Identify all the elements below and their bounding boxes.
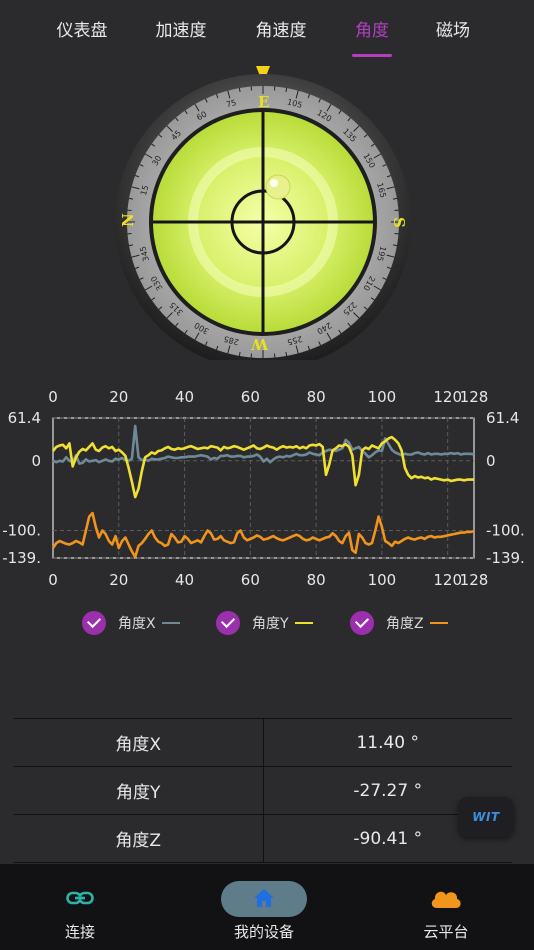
x-tick-label: 20 [109,388,128,406]
active-tab-indicator [352,54,392,57]
x-tick-label: 0 [48,571,58,589]
dial-tick [128,244,134,247]
x-tick-label: 0 [48,388,58,406]
x-tick-label: 100 [368,571,397,589]
series-line-角度X [52,424,475,465]
x-tick-label: 40 [175,388,194,406]
y-tick-label-left: 0 [31,452,41,470]
x-tick-label: 60 [241,571,260,589]
cardinal-right: S [390,217,408,228]
checkbox-icon[interactable] [350,611,374,635]
y-tick-label-right: 61.4 [486,409,519,427]
legend-item-angle-z[interactable]: 角度Z [350,610,448,636]
tab-dashboard[interactable]: 仪表盘 [54,16,110,41]
x-tick-label: 128 [460,571,489,589]
legend-label-z: 角度Z [386,616,424,632]
legend-swatch-x [161,622,180,624]
dial-tick [285,87,288,93]
nav-connect[interactable]: 连接 [40,864,120,950]
nav-cloud[interactable]: 云平台 [406,864,486,950]
nav-cloud-label: 云平台 [423,923,469,941]
cardinal-top: E [258,93,269,111]
x-tick-label: 40 [175,571,194,589]
x-tick-label: 60 [241,388,260,406]
y-tick-label-right: -139. [486,549,525,567]
chart-legend: 角度X 角度Y 角度Z [0,608,534,638]
compass-level: 75 105 120 135 150 165 195 210 225 240 255 285 300 31… [0,60,534,370]
y-tick-label-right: 0 [486,452,496,470]
dial-tick [238,351,241,357]
table-row: 角度Y -27.27 ° [14,767,512,815]
row-value: 11.40 ° [356,732,420,753]
nav-my-devices[interactable]: 我的设备 [222,864,306,950]
wit-logo-text: WIT [472,810,500,824]
x-tick-label: 80 [307,388,326,406]
tab-acceleration[interactable]: 加速度 [152,16,210,41]
nav-my-devices-label: 我的设备 [233,923,294,941]
table-row: 角度Z -90.41 ° [14,815,512,863]
row-label: 角度X [14,719,264,766]
x-tick-label: 80 [307,571,326,589]
legend-item-angle-y[interactable]: 角度Y [216,610,313,636]
top-tab-bar: 仪表盘 加速度 角速度 角度 磁场 [0,0,534,62]
x-tick-label: 120 [433,571,462,589]
cardinal-left: N [119,213,137,227]
legend-item-angle-x[interactable]: 角度X [82,610,180,636]
series-line-角度Z [51,511,475,559]
y-tick-label-right: -100. [486,522,525,540]
y-tick-label-left: -139. [2,549,41,567]
legend-label-y: 角度Y [252,616,289,632]
table-row: 角度X 11.40 ° [14,719,512,767]
dial-tick [392,244,398,247]
legend-label-x: 角度X [118,616,156,632]
checkbox-icon[interactable] [216,611,240,635]
dial-tick [238,87,241,93]
angle-line-chart: 0 0 20 20 40 40 60 60 80 80 100 100 120 120 128 128 61.4… [0,380,534,595]
angle-values-table: 角度X 11.40 ° 角度Y -27.27 ° 角度Z -90.41 ° [14,718,512,863]
cloud-icon [426,884,466,912]
nav-connect-label: 连接 [64,923,95,941]
x-tick-label: 100 [368,388,397,406]
y-tick-label-left: 61.4 [8,409,41,427]
link-icon [60,884,100,912]
row-label: 角度Y [14,767,264,814]
tab-angular-velocity[interactable]: 角速度 [252,16,310,41]
dial-tick [128,197,134,200]
level-bubble-icon [265,174,291,200]
tab-angle[interactable]: 角度 [352,16,392,41]
legend-swatch-z [429,622,448,624]
tab-magnetic[interactable]: 磁场 [434,16,472,41]
x-tick-label: 120 [433,388,462,406]
series-line-角度Y [51,435,474,499]
x-tick-label: 20 [109,571,128,589]
y-tick-label-left: -100. [2,522,41,540]
dial-tick [392,197,398,200]
bottom-navigation: 连接 我的设备 云平台 [0,864,534,950]
wit-logo-button[interactable]: WIT [458,797,514,837]
checkbox-icon[interactable] [82,611,106,635]
legend-swatch-y [294,622,313,624]
dial-tick [285,351,288,357]
row-label: 角度Z [14,815,264,862]
home-icon [244,884,284,912]
x-tick-label: 128 [460,388,489,406]
cardinal-bottom: W [250,335,269,353]
